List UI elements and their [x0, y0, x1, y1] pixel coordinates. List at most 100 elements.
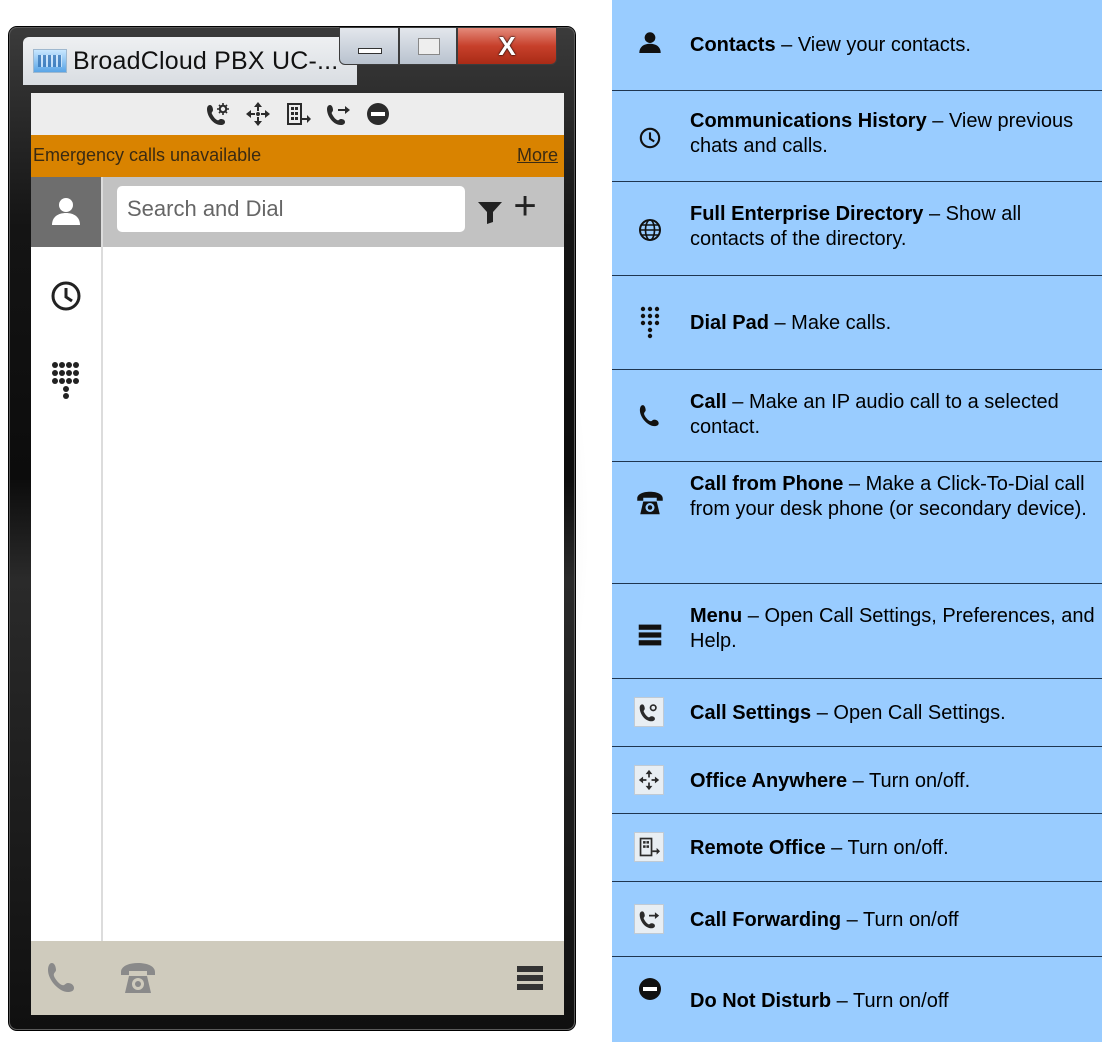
- contacts-icon: [52, 198, 80, 225]
- legend-sep: –: [843, 473, 866, 495]
- call-settings-icon[interactable]: [205, 101, 231, 127]
- legend-name: Office Anywhere: [690, 770, 848, 792]
- legend-name: Do Not Disturb: [690, 990, 832, 1012]
- window-title: BroadCloud PBX UC-...: [73, 47, 339, 75]
- tab-dialpad[interactable]: [31, 345, 101, 415]
- menu-icon: [632, 617, 668, 653]
- legend-text-call-forwarding: Call Forwarding – Turn on/off: [690, 908, 1096, 933]
- close-button[interactable]: X: [457, 27, 557, 65]
- globe-icon: [632, 212, 668, 248]
- search-input[interactable]: [117, 186, 465, 232]
- do-not-disturb-icon[interactable]: [365, 101, 391, 127]
- legend-name: Dial Pad: [690, 312, 769, 334]
- legend-name: Call Settings: [690, 702, 812, 724]
- minimize-icon: [358, 48, 382, 54]
- legend-sep: –: [923, 203, 946, 225]
- emergency-banner: Emergency calls unavailable More: [31, 135, 564, 177]
- filter-icon[interactable]: [477, 201, 503, 225]
- dialpad-icon: [52, 362, 79, 399]
- legend-name: Remote Office: [690, 837, 826, 859]
- legend-sep: –: [841, 909, 863, 931]
- history-icon: [51, 281, 81, 311]
- menu-icon: [517, 966, 543, 990]
- legend-text-directory: Full Enterprise Directory – Show all con…: [690, 202, 1096, 252]
- legend-name: Full Enterprise Directory: [690, 203, 924, 225]
- do-not-disturb-icon: [632, 971, 668, 1007]
- legend-text-do-not-disturb: Do Not Disturb – Turn on/off: [690, 989, 1096, 1014]
- title-bar[interactable]: BroadCloud PBX UC-... X: [9, 27, 575, 93]
- maximize-button[interactable]: [399, 27, 457, 65]
- maximize-icon: [418, 38, 440, 55]
- legend-text-call: Call – Make an IP audio call to a select…: [690, 390, 1096, 440]
- legend-desc: Turn on/off: [863, 909, 959, 931]
- legend-text-office-anywhere: Office Anywhere – Turn on/off.: [690, 769, 1096, 794]
- call-from-phone-button[interactable]: [115, 955, 161, 1001]
- legend-name: Call: [690, 391, 727, 413]
- sidebar: [31, 177, 103, 941]
- dialpad-icon: [632, 304, 668, 340]
- legend-row-office-anywhere: Office Anywhere – Turn on/off.: [612, 747, 1102, 814]
- legend-desc: Make calls.: [791, 312, 892, 334]
- legend-desc: Open Call Settings.: [833, 702, 1006, 724]
- legend-sep: –: [811, 702, 834, 724]
- legend-name: Communications History: [690, 110, 927, 132]
- legend-row-call-forwarding: Call Forwarding – Turn on/off: [612, 882, 1102, 957]
- legend-sep: –: [726, 391, 749, 413]
- legend-desc: Turn on/off.: [847, 837, 949, 859]
- app-window: BroadCloud PBX UC-... X Emergency calls …: [9, 27, 575, 1030]
- contacts-list: [103, 247, 564, 941]
- add-contact-button[interactable]: +: [505, 186, 545, 227]
- legend-text-history: Communications History – View previous c…: [690, 109, 1096, 159]
- call-icon: [48, 963, 74, 992]
- legend-sep: –: [768, 312, 792, 334]
- legend-name: Contacts: [690, 34, 776, 56]
- menu-button[interactable]: [507, 955, 553, 1001]
- legend-row-call-settings: Call Settings – Open Call Settings.: [612, 679, 1102, 747]
- bottom-bar: [31, 941, 564, 1015]
- call-from-phone-icon: [121, 963, 155, 993]
- app-client-area: Emergency calls unavailable More +: [31, 93, 564, 1015]
- legend-row-directory: Full Enterprise Directory – Show all con…: [612, 182, 1102, 276]
- legend-sep: –: [926, 110, 949, 132]
- close-icon: X: [498, 31, 516, 61]
- legend-text-dialpad: Dial Pad – Make calls.: [690, 311, 1096, 336]
- legend-text-remote-office: Remote Office – Turn on/off.: [690, 836, 1096, 861]
- legend-name: Menu: [690, 605, 743, 627]
- legend-row-call: Call – Make an IP audio call to a select…: [612, 370, 1102, 462]
- legend-desc: View your contacts.: [797, 34, 971, 56]
- icon-legend: Contacts – View your contacts. Communica…: [612, 0, 1102, 1042]
- legend-desc: Turn on/off.: [868, 770, 971, 792]
- call-forwarding-icon[interactable]: [325, 101, 351, 127]
- legend-row-remote-office: Remote Office – Turn on/off.: [612, 814, 1102, 882]
- call-forwarding-icon: [634, 904, 664, 934]
- top-toolbar: [31, 93, 564, 135]
- legend-row-do-not-disturb: Do Not Disturb – Turn on/off: [612, 957, 1102, 1042]
- legend-text-contacts: Contacts – View your contacts.: [690, 33, 1096, 58]
- emergency-banner-text: Emergency calls unavailable: [33, 145, 262, 165]
- emergency-more-link[interactable]: More: [517, 145, 558, 166]
- legend-sep: –: [847, 770, 869, 792]
- tab-contacts[interactable]: [31, 177, 101, 247]
- remote-office-icon[interactable]: [285, 101, 311, 127]
- legend-text-menu: Menu – Open Call Settings, Preferences, …: [690, 604, 1096, 654]
- call-icon: [632, 398, 668, 434]
- legend-sep: –: [742, 605, 765, 627]
- search-row: +: [31, 177, 564, 247]
- call-settings-icon: [634, 697, 664, 727]
- remote-office-icon: [634, 832, 664, 862]
- legend-row-contacts: Contacts – View your contacts.: [612, 0, 1102, 91]
- office-anywhere-icon[interactable]: [245, 101, 271, 127]
- legend-name: Call Forwarding: [690, 909, 842, 931]
- call-from-phone-icon: [632, 485, 668, 521]
- legend-sep: –: [825, 837, 848, 859]
- office-anywhere-icon: [634, 765, 664, 795]
- legend-row-menu: Menu – Open Call Settings, Preferences, …: [612, 584, 1102, 679]
- call-button[interactable]: [39, 955, 85, 1001]
- legend-text-call-from-phone: Call from Phone – Make a Click-To-Dial c…: [690, 472, 1096, 522]
- minimize-button[interactable]: [339, 27, 399, 65]
- legend-sep: –: [831, 990, 853, 1012]
- legend-row-call-from-phone: Call from Phone – Make a Click-To-Dial c…: [612, 462, 1102, 584]
- history-icon: [632, 120, 668, 156]
- tab-history[interactable]: [31, 261, 101, 331]
- contacts-icon: [632, 25, 668, 61]
